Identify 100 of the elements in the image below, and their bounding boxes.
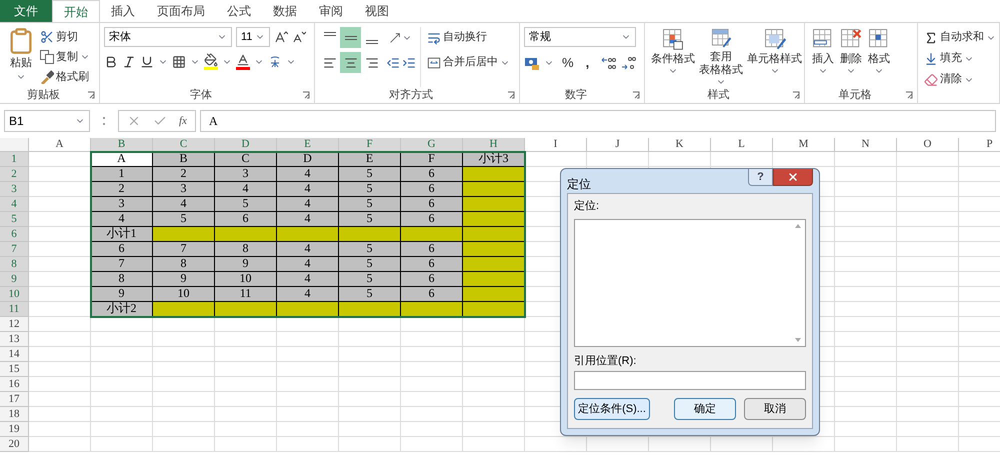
- name-box[interactable]: B1: [4, 110, 90, 132]
- percent-button[interactable]: %: [558, 53, 578, 72]
- table-cell: 5: [339, 242, 401, 257]
- help-button[interactable]: ?: [748, 169, 773, 186]
- font-name-field[interactable]: 宋体: [104, 27, 232, 47]
- group-title: 单元格: [838, 88, 872, 103]
- table-cell: 4: [215, 182, 277, 197]
- row-header[interactable]: 18: [0, 407, 29, 422]
- row-header[interactable]: 5: [0, 212, 29, 227]
- group-title: 字体: [190, 88, 212, 103]
- row-header[interactable]: 16: [0, 377, 29, 392]
- ribbon-large-button[interactable]: 格式: [865, 27, 893, 87]
- row-header[interactable]: 15: [0, 362, 29, 377]
- column-header[interactable]: C: [153, 138, 215, 152]
- formula-field[interactable]: A: [200, 110, 996, 132]
- table-cell: 8: [153, 257, 215, 272]
- ribbon-tab[interactable]: 开始: [52, 0, 100, 22]
- table-cell: 6: [401, 167, 463, 182]
- row-header[interactable]: 9: [0, 272, 29, 287]
- row-header[interactable]: 2: [0, 167, 29, 182]
- table-cell: 4: [277, 212, 339, 227]
- ribbon-button[interactable]: 清除: [922, 69, 998, 90]
- list-label: 定位:: [574, 198, 600, 214]
- table-cell: 6: [401, 212, 463, 227]
- column-header[interactable]: F: [339, 138, 401, 152]
- column-header[interactable]: P: [959, 138, 1000, 152]
- ribbon-button[interactable]: 填充: [922, 48, 998, 69]
- row-header[interactable]: 11: [0, 302, 29, 317]
- row-header[interactable]: 13: [0, 332, 29, 347]
- ribbon-button[interactable]: 自动求和: [922, 27, 998, 48]
- table-cell: 7: [153, 242, 215, 257]
- column-header[interactable]: A: [29, 138, 91, 152]
- column-header[interactable]: M: [773, 138, 835, 152]
- group-title: 样式: [708, 88, 730, 103]
- column-header[interactable]: N: [835, 138, 897, 152]
- column-header[interactable]: E: [277, 138, 339, 152]
- table-cell: 4: [277, 197, 339, 212]
- reference-label: 引用位置(R):: [574, 354, 638, 368]
- table-cell: 4: [277, 167, 339, 182]
- ribbon-tab[interactable]: 公式: [216, 0, 262, 22]
- dialog-button[interactable]: 取消: [744, 398, 806, 420]
- table-cell: 5: [339, 287, 401, 302]
- row-header[interactable]: 14: [0, 347, 29, 362]
- ribbon-tab[interactable]: 数据: [262, 0, 308, 22]
- table-cell: 1: [91, 167, 153, 182]
- column-header[interactable]: I: [525, 138, 587, 152]
- table-cell: 5: [339, 182, 401, 197]
- ribbon-button[interactable]: 格式刷: [38, 67, 92, 87]
- number-format-field[interactable]: 常规: [524, 27, 636, 47]
- dialog-button[interactable]: 定位条件(S)...: [574, 398, 650, 420]
- table-cell: 6: [401, 257, 463, 272]
- table-cell: 4: [153, 197, 215, 212]
- column-header[interactable]: H: [463, 138, 525, 152]
- row-header[interactable]: 20: [0, 437, 29, 452]
- ribbon-button[interactable]: 剪切: [38, 27, 92, 47]
- table-cell: 5: [339, 167, 401, 182]
- ribbon-large-button[interactable]: 插入: [809, 27, 837, 87]
- group-title: 数字: [565, 88, 587, 103]
- row-header[interactable]: 8: [0, 257, 29, 272]
- row-header[interactable]: 3: [0, 182, 29, 197]
- table-cell: B: [153, 152, 215, 167]
- row-header[interactable]: 12: [0, 317, 29, 332]
- row-header[interactable]: 6: [0, 227, 29, 242]
- column-header[interactable]: J: [587, 138, 649, 152]
- ribbon-button[interactable]: 复制: [38, 47, 92, 67]
- row-header[interactable]: 10: [0, 287, 29, 302]
- ribbon-tab[interactable]: 视图: [354, 0, 400, 22]
- ribbon-large-button[interactable]: 条件格式: [649, 27, 697, 87]
- table-cell: 2: [153, 167, 215, 182]
- table-cell: 10: [215, 272, 277, 287]
- ribbon-large-button[interactable]: 套用 表格格式: [697, 27, 745, 87]
- ribbon-large-button[interactable]: 删除: [837, 27, 865, 87]
- paste-button[interactable]: 粘贴: [4, 27, 38, 87]
- ribbon-tab[interactable]: 审阅: [308, 0, 354, 22]
- ribbon-tab[interactable]: 页面布局: [146, 0, 216, 22]
- font-size-field[interactable]: 11: [236, 27, 270, 47]
- comma-button[interactable]: ,: [582, 53, 594, 72]
- row-header[interactable]: 19: [0, 422, 29, 437]
- row-header[interactable]: 1: [0, 152, 29, 167]
- column-header[interactable]: L: [711, 138, 773, 152]
- ribbon-large-button[interactable]: 单元格样式: [745, 27, 804, 87]
- column-header[interactable]: O: [897, 138, 959, 152]
- ribbon-button[interactable]: 合并后居中: [425, 52, 512, 73]
- table-cell: 4: [91, 212, 153, 227]
- ribbon-button[interactable]: 自动换行: [425, 27, 512, 48]
- row-header[interactable]: 17: [0, 392, 29, 407]
- table-cell: 5: [339, 197, 401, 212]
- column-header[interactable]: G: [401, 138, 463, 152]
- table-cell: 6: [401, 182, 463, 197]
- dialog-button[interactable]: 确定: [674, 398, 736, 420]
- insert-function-button[interactable]: fx: [179, 112, 187, 130]
- file-tab[interactable]: 文件: [0, 0, 52, 22]
- row-header[interactable]: 7: [0, 242, 29, 257]
- column-header[interactable]: K: [649, 138, 711, 152]
- table-cell: 9: [153, 272, 215, 287]
- row-header[interactable]: 4: [0, 197, 29, 212]
- table-cell: 2: [91, 182, 153, 197]
- column-header[interactable]: D: [215, 138, 277, 152]
- ribbon-tab[interactable]: 插入: [100, 0, 146, 22]
- column-header[interactable]: B: [91, 138, 153, 152]
